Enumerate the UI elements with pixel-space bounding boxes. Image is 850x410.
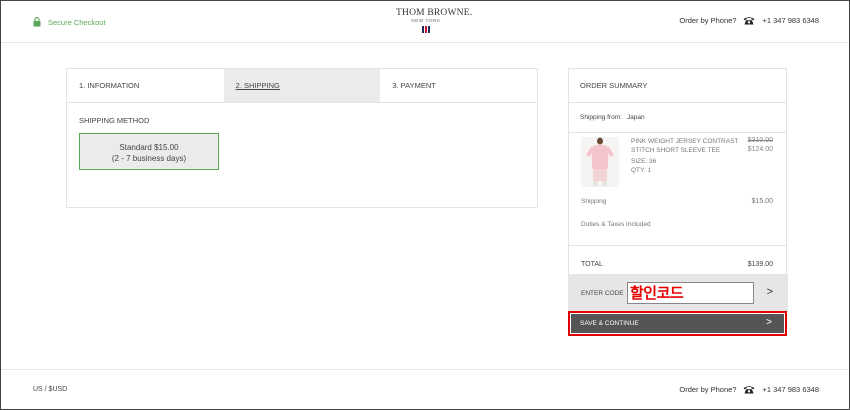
shipping-option-duration: (2 - 7 business days) xyxy=(111,154,187,163)
shipping-row: Shipping $15.00 xyxy=(569,197,786,219)
tab-shipping[interactable]: 2. SHIPPING xyxy=(223,69,381,102)
lock-icon xyxy=(33,17,41,27)
header: Secure Checkout THOM BROWNE. NEW YORK Or… xyxy=(1,1,849,43)
phone-icon xyxy=(743,17,755,25)
product-name[interactable]: PINK WEIGHT JERSEY CONTRAST STITCH SHORT… xyxy=(631,137,741,155)
total-label: TOTAL xyxy=(581,261,603,268)
product-qty: QTY: 1 xyxy=(631,167,652,174)
shipping-option-price: Standard $15.00 xyxy=(119,143,179,152)
secure-checkout: Secure Checkout xyxy=(33,17,106,27)
promo-code-label: ENTER CODE xyxy=(581,290,624,297)
brand-name: THOM BROWNE. xyxy=(396,8,473,18)
footer-phone-number[interactable]: +1 347 983 6348 xyxy=(762,385,819,394)
tab-payment[interactable]: 3. PAYMENT xyxy=(380,69,537,102)
product-details: SIZE: 36 QTY: 1 xyxy=(631,157,656,175)
chevron-right-icon: > xyxy=(766,317,772,328)
promo-apply-arrow-icon[interactable]: > xyxy=(767,286,773,298)
duties-row: Duties & Taxes Included xyxy=(569,219,786,245)
product-thumbnail[interactable] xyxy=(581,137,619,187)
save-continue-label: SAVE & CONTINUE xyxy=(580,320,639,327)
brand-logo[interactable]: THOM BROWNE. NEW YORK xyxy=(396,8,473,33)
phone-icon xyxy=(743,386,755,394)
shipping-option-standard[interactable]: Standard $15.00 (2 - 7 business days) xyxy=(79,133,219,170)
phone-number[interactable]: +1 347 983 6348 xyxy=(762,16,819,25)
shipping-row-label: Shipping xyxy=(581,198,607,205)
save-continue-button[interactable]: SAVE & CONTINUE > xyxy=(571,314,784,333)
price-sale: $124.00 xyxy=(747,146,773,153)
promo-code-input[interactable]: 할인코드 xyxy=(627,282,754,304)
shipping-from-label: Shipping from: xyxy=(580,114,622,121)
checkout-page: Secure Checkout THOM BROWNE. NEW YORK Or… xyxy=(0,0,850,410)
order-summary: ORDER SUMMARY Shipping from: Japan PINK … xyxy=(568,68,788,336)
order-by-phone: Order by Phone? +1 347 983 6348 xyxy=(679,16,819,25)
order-by-phone-label: Order by Phone? xyxy=(679,16,737,25)
order-summary-title: ORDER SUMMARY xyxy=(569,69,786,103)
product-size: SIZE: 36 xyxy=(631,158,657,165)
tab-information[interactable]: 1. INFORMATION xyxy=(67,69,224,102)
footer-order-by-phone-label: Order by Phone? xyxy=(679,385,737,394)
currency-selector[interactable]: US / $USD xyxy=(33,386,67,393)
promo-code-row: ENTER CODE 할인코드 > xyxy=(569,274,788,312)
cart-item: PINK WEIGHT JERSEY CONTRAST STITCH SHORT… xyxy=(569,133,786,197)
save-continue-highlight: SAVE & CONTINUE > xyxy=(568,311,787,336)
shipping-row-value: $15.00 xyxy=(751,198,773,205)
checkout-steps-panel: 1. INFORMATION 2. SHIPPING 3. PAYMENT SH… xyxy=(66,68,538,208)
promo-code-value: 할인코드 xyxy=(630,284,684,302)
secure-checkout-label: Secure Checkout xyxy=(48,17,106,27)
brand-subtitle: NEW YORK xyxy=(411,18,441,23)
step-tabs: 1. INFORMATION 2. SHIPPING 3. PAYMENT xyxy=(67,69,537,103)
shipping-method-heading: SHIPPING METHOD xyxy=(79,116,150,125)
price-original: $310.00 xyxy=(747,137,773,144)
shipping-from-value: Japan xyxy=(626,114,645,121)
duties-label: Duties & Taxes Included xyxy=(581,221,651,228)
flag-icon xyxy=(422,26,430,33)
total-value: $139.00 xyxy=(747,261,773,268)
footer-order-by-phone: Order by Phone? +1 347 983 6348 xyxy=(679,385,819,394)
shipping-from: Shipping from: Japan xyxy=(569,103,786,133)
footer: US / $USD Order by Phone? +1 347 983 634… xyxy=(1,369,849,409)
